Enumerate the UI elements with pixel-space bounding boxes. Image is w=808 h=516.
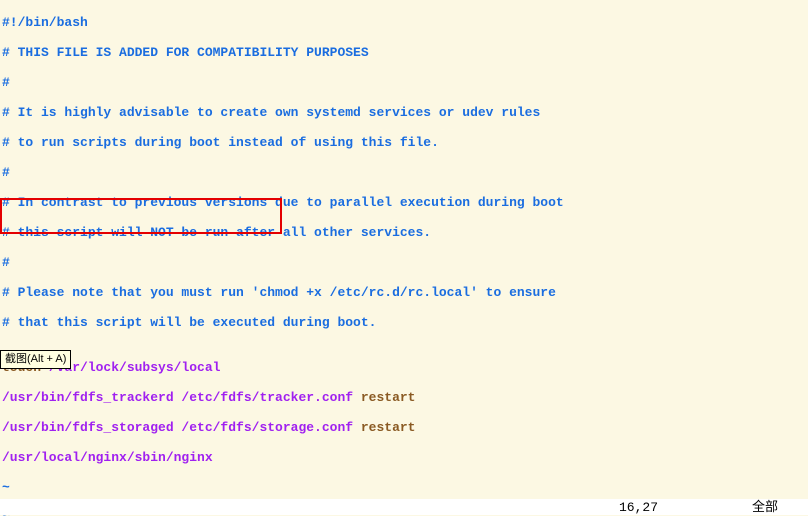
code-line: # THIS FILE IS ADDED FOR COMPATIBILITY P… — [2, 45, 806, 60]
screenshot-tooltip: 截图(Alt + A) — [0, 350, 71, 369]
code-line: # — [2, 75, 806, 90]
code-line: # — [2, 165, 806, 180]
code-line: # that this script will be executed duri… — [2, 315, 806, 330]
code-line: # this script will NOT be run after all … — [2, 225, 806, 240]
cursor-position: 16,27 — [619, 500, 658, 515]
vim-editor[interactable]: #!/bin/bash # THIS FILE IS ADDED FOR COM… — [0, 0, 808, 516]
code-line: /usr/bin/fdfs_trackerd /etc/fdfs/tracker… — [2, 390, 806, 405]
code-line: touch /var/lock/subsys/local — [2, 360, 806, 375]
vim-status-bar: 16,27 全部 — [0, 499, 808, 515]
code-line: # Please note that you must run 'chmod +… — [2, 285, 806, 300]
file-position-indicator: 全部 — [752, 500, 778, 515]
code-line: # to run scripts during boot instead of … — [2, 135, 806, 150]
vim-tilde: ~ — [2, 480, 806, 495]
code-line: /usr/local/nginx/sbin/nginx — [2, 450, 806, 465]
code-line: # It is highly advisable to create own s… — [2, 105, 806, 120]
code-line: #!/bin/bash — [2, 15, 806, 30]
code-line: # — [2, 255, 806, 270]
code-line: # In contrast to previous versions due t… — [2, 195, 806, 210]
code-line: /usr/bin/fdfs_storaged /etc/fdfs/storage… — [2, 420, 806, 435]
